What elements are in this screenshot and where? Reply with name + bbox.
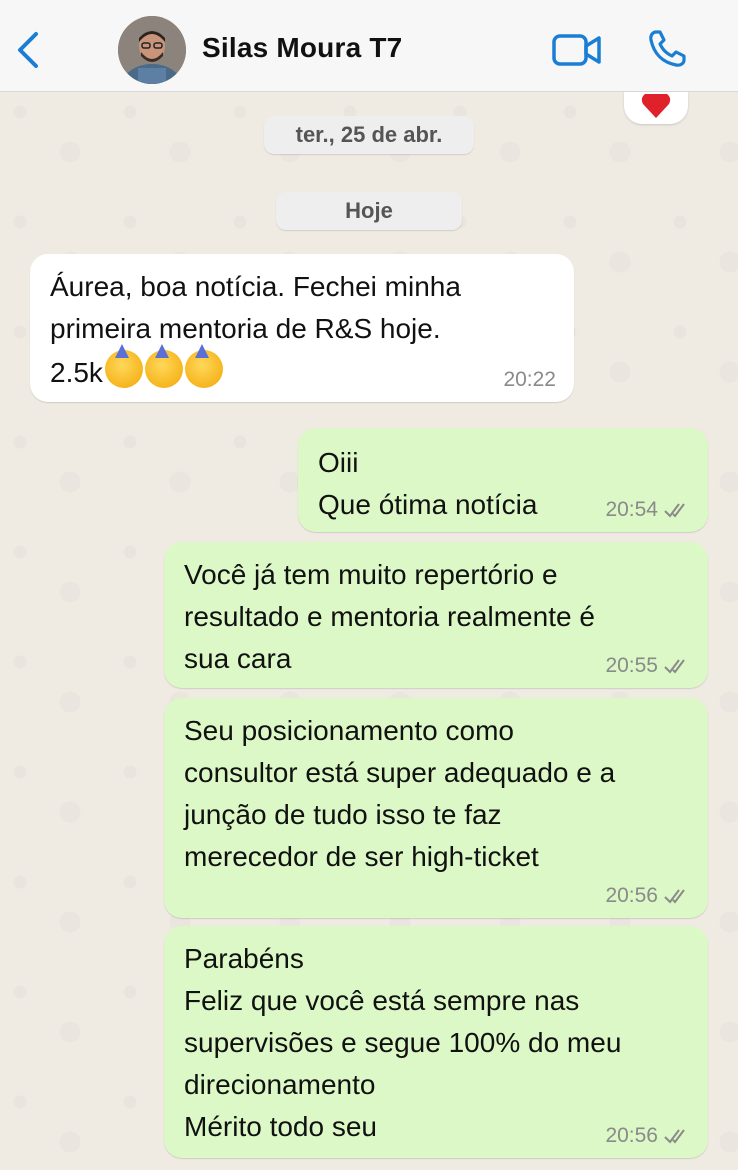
double-check-icon bbox=[664, 1129, 685, 1144]
message-time: 20:56 bbox=[605, 884, 658, 907]
message-time: 20:54 bbox=[605, 498, 658, 521]
message-bubble-outgoing[interactable]: Seu posicionamento como consultor está s… bbox=[164, 698, 708, 918]
message-time: 20:56 bbox=[605, 1124, 658, 1147]
message-text: Parabéns Feliz que você está sempre nas … bbox=[184, 943, 622, 1142]
avatar[interactable] bbox=[118, 16, 186, 84]
date-separator: ter., 25 de abr. bbox=[264, 116, 474, 154]
message-text: Você já tem muito repertório e resultado… bbox=[184, 559, 595, 674]
message-bubble-outgoing[interactable]: Você já tem muito repertório e resultado… bbox=[164, 542, 708, 688]
message-text: Oiii Que ótima notícia bbox=[318, 447, 538, 520]
message-time: 20:55 bbox=[605, 654, 658, 677]
message-bubble-outgoing[interactable]: Oiii Que ótima notícia 20:54 bbox=[298, 428, 708, 532]
message-meta: 20:56 bbox=[605, 1124, 690, 1148]
reaction-badge[interactable] bbox=[624, 92, 688, 124]
video-camera-icon[interactable] bbox=[552, 32, 602, 68]
message-time: 20:22 bbox=[503, 368, 556, 391]
message-bubble-incoming[interactable]: Áurea, boa notícia. Fechei minha primeir… bbox=[30, 254, 574, 402]
heart-icon bbox=[641, 94, 671, 118]
message-meta: 20:22 bbox=[503, 368, 556, 392]
chevron-left-icon[interactable] bbox=[14, 30, 44, 70]
message-meta: 20:56 bbox=[605, 884, 690, 908]
message-text: Seu posicionamento como consultor está s… bbox=[184, 715, 616, 872]
double-check-icon bbox=[664, 889, 685, 904]
contact-name[interactable]: Silas Moura T7 bbox=[202, 32, 402, 64]
date-separator-today: Hoje bbox=[276, 192, 462, 230]
chat-header: Silas Moura T7 bbox=[0, 0, 738, 92]
message-meta: 20:55 bbox=[605, 654, 690, 678]
party-face-emoji bbox=[103, 344, 223, 388]
phone-icon[interactable] bbox=[646, 28, 688, 70]
double-check-icon bbox=[664, 659, 685, 674]
message-meta: 20:54 bbox=[605, 498, 690, 522]
double-check-icon bbox=[664, 503, 685, 518]
message-bubble-outgoing[interactable]: Parabéns Feliz que você está sempre nas … bbox=[164, 926, 708, 1158]
